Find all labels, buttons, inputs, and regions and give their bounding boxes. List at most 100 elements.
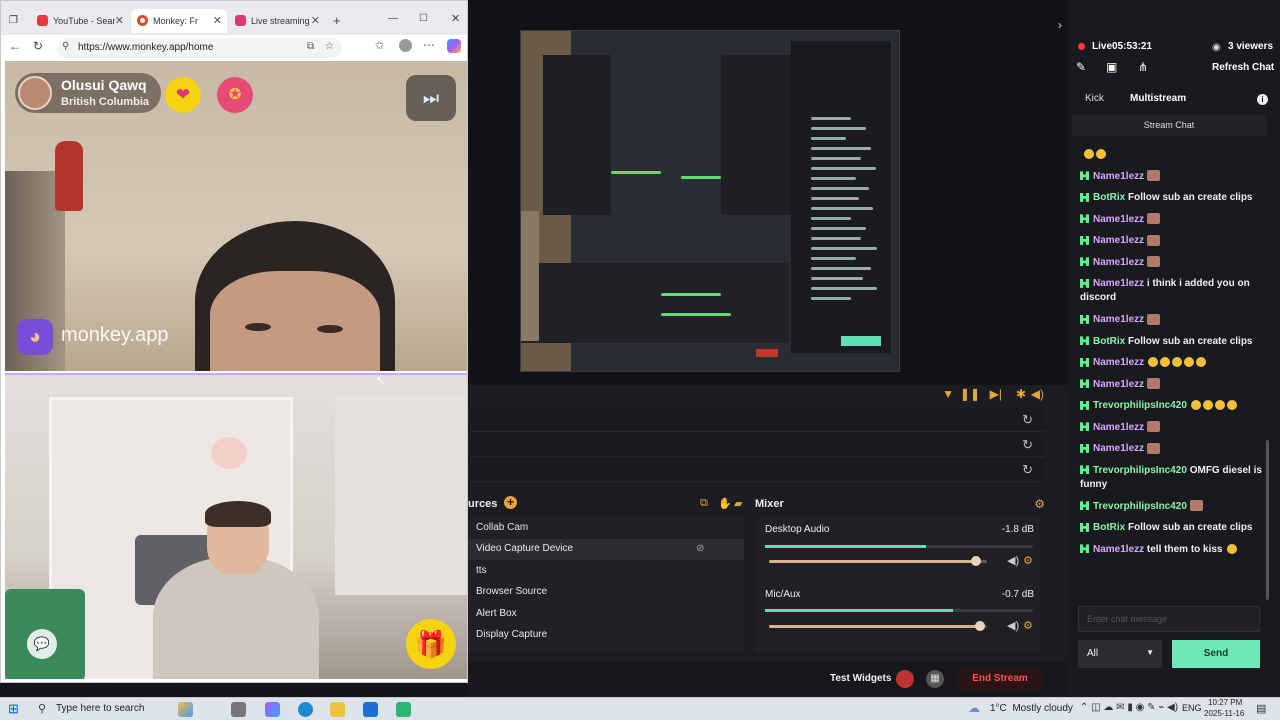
copilot-icon[interactable] xyxy=(447,39,461,53)
chat-username[interactable]: Name1lezz xyxy=(1093,544,1144,555)
chat-username[interactable]: BotRix xyxy=(1093,522,1125,533)
tab-kick[interactable]: Kick xyxy=(1085,93,1104,104)
language[interactable]: ENG xyxy=(1182,703,1202,713)
pencil-icon[interactable]: ✎ xyxy=(1076,60,1086,74)
maximize-icon[interactable]: ☐ xyxy=(419,13,428,24)
mail-icon[interactable] xyxy=(363,702,378,717)
skip-next-icon[interactable]: ⏭ xyxy=(406,75,456,121)
replay-icon[interactable]: ↻ xyxy=(1022,412,1033,428)
chat-username[interactable]: BotRix xyxy=(1093,192,1125,203)
site-info-icon[interactable]: ⚲ xyxy=(62,41,69,52)
visibility-icon[interactable]: ⊘ xyxy=(696,543,704,554)
expand-chevron-icon[interactable]: › xyxy=(1058,18,1062,32)
chat-username[interactable]: Name1lezz xyxy=(1093,379,1144,390)
reload-icon[interactable]: ↻ xyxy=(33,39,43,53)
search-icon[interactable]: ⚲ xyxy=(38,702,46,715)
channel-settings-icon[interactable]: ⚙ xyxy=(1023,619,1033,632)
profile-icon[interactable] xyxy=(399,39,412,52)
chat-scrollbar[interactable] xyxy=(1266,440,1269,600)
close-tab-icon[interactable]: ✕ xyxy=(115,9,124,33)
volume-slider[interactable] xyxy=(769,621,987,631)
alert-row[interactable]: ↻ xyxy=(470,433,1045,457)
calendar-icon[interactable]: ▦ xyxy=(926,670,944,688)
folder-icon[interactable]: ▰ xyxy=(734,497,742,510)
chat-username[interactable]: TrevorphilipsInc420 xyxy=(1093,400,1187,411)
chat-username[interactable]: Name1lezz xyxy=(1093,257,1144,268)
edge-icon[interactable] xyxy=(298,702,313,717)
mute-icon[interactable]: ◀) xyxy=(1007,619,1019,632)
chat-username[interactable]: Name1lezz xyxy=(1093,278,1144,289)
address-bar[interactable]: ⚲ https://www.monkey.app/home ☆ ⧉ xyxy=(57,38,342,58)
install-icon[interactable]: ⧉ xyxy=(307,41,314,52)
back-icon[interactable]: ← xyxy=(9,39,21,53)
new-tab-icon[interactable]: + xyxy=(333,13,341,28)
chat-bubble-icon[interactable]: 💬 xyxy=(27,629,57,659)
tab-actions-icon[interactable]: ❐ xyxy=(9,15,18,26)
chat-input[interactable]: Enter chat message xyxy=(1078,606,1260,632)
filter-icon[interactable]: ▼ xyxy=(942,387,954,401)
chat-username[interactable]: Name1lezz xyxy=(1093,357,1144,368)
settings-icon[interactable]: ✱ xyxy=(1016,387,1026,401)
chat-username[interactable]: Name1lezz xyxy=(1093,422,1144,433)
police-badge-icon[interactable]: ✪ xyxy=(217,77,253,113)
chat-username[interactable]: Name1lezz xyxy=(1093,171,1144,182)
gift-icon[interactable]: 🎁 xyxy=(406,619,456,669)
record-button[interactable] xyxy=(896,670,914,688)
add-source-icon[interactable]: + xyxy=(504,496,517,509)
close-tab-icon[interactable]: ✕ xyxy=(311,9,320,33)
filter-source-icon[interactable]: ⧉ xyxy=(700,497,708,510)
clock-date[interactable]: 2025-11-16 xyxy=(1204,709,1244,718)
close-tab-icon[interactable]: ✕ xyxy=(213,9,222,33)
alert-row[interactable]: ↻ xyxy=(470,408,1045,432)
chat-username[interactable]: TrevorphilipsInc420 xyxy=(1093,465,1187,476)
notification-icon[interactable]: ▤ xyxy=(1256,702,1266,715)
copilot-app-icon[interactable] xyxy=(265,702,280,717)
chat-username[interactable]: Name1lezz xyxy=(1093,314,1144,325)
group-icon[interactable]: ✋ xyxy=(718,497,732,510)
task-view-icon[interactable] xyxy=(231,702,246,717)
copy-icon[interactable]: ▣ xyxy=(1106,60,1117,74)
volume-slider[interactable] xyxy=(769,556,987,566)
tab-monkey[interactable]: Monkey: Fr ✕ xyxy=(131,9,227,33)
chat-username[interactable]: Name1lezz xyxy=(1093,214,1144,225)
skip-icon[interactable]: ▶| xyxy=(990,387,1002,401)
chat-filter-select[interactable]: All ▼ xyxy=(1078,640,1162,668)
taskbar-search[interactable]: Type here to search xyxy=(56,703,144,714)
chat-username[interactable]: BotRix xyxy=(1093,336,1125,347)
alert-row[interactable]: ↻ xyxy=(470,458,1045,482)
end-stream-button[interactable]: End Stream xyxy=(958,668,1042,690)
mute-icon[interactable]: ◀) xyxy=(1007,554,1019,567)
windows-start-icon[interactable]: ⊞ xyxy=(8,701,19,717)
clock-time[interactable]: 10:27 PM xyxy=(1208,698,1242,707)
favorites-icon[interactable]: ✩ xyxy=(375,39,384,52)
peer-info-card[interactable]: Olusui Qawq British Columbia xyxy=(15,73,161,113)
weather-text[interactable]: 1°C Mostly cloudy xyxy=(990,703,1073,714)
chat-username[interactable]: Name1lezz xyxy=(1093,443,1144,454)
tab-multistream[interactable]: Multistream xyxy=(1130,93,1186,104)
tray-icons[interactable]: ⌃ ◫ ☁ ✉ ▮ ◉ ✎ ⌁ ◀) xyxy=(1080,702,1178,713)
pause-icon[interactable]: ❚❚ xyxy=(960,387,980,401)
send-button[interactable]: Send xyxy=(1172,640,1260,668)
channel-settings-icon[interactable]: ⚙ xyxy=(1023,554,1033,567)
obs-app-icon[interactable] xyxy=(396,702,411,717)
close-icon[interactable]: ✕ xyxy=(451,12,460,25)
source-item[interactable]: Alert Box xyxy=(476,604,517,624)
heart-icon[interactable]: ❤ xyxy=(165,77,201,113)
source-item[interactable]: Browser Source xyxy=(476,582,547,602)
mixer-settings-icon[interactable]: ⚙ xyxy=(1034,497,1045,511)
tab-youtube[interactable]: YouTube - Sear ✕ xyxy=(31,9,129,33)
refresh-chat-button[interactable]: Refresh Chat xyxy=(1212,62,1274,73)
file-explorer-icon[interactable] xyxy=(330,702,345,717)
copilot-icon[interactable] xyxy=(178,702,193,717)
replay-icon[interactable]: ↻ xyxy=(1022,437,1033,453)
source-item[interactable]: Video Capture Device xyxy=(476,539,573,559)
info-icon[interactable]: i xyxy=(1257,94,1268,105)
source-item[interactable]: Display Capture xyxy=(476,625,547,645)
replay-icon[interactable]: ↻ xyxy=(1022,462,1033,478)
source-item[interactable]: Collab Cam xyxy=(476,518,528,538)
chat-username[interactable]: Name1lezz xyxy=(1093,235,1144,246)
chat-username[interactable]: TrevorphilipsInc420 xyxy=(1093,501,1187,512)
source-item[interactable]: tts xyxy=(476,561,487,581)
minimize-icon[interactable]: — xyxy=(388,13,398,24)
star-icon[interactable]: ☆ xyxy=(325,41,334,52)
